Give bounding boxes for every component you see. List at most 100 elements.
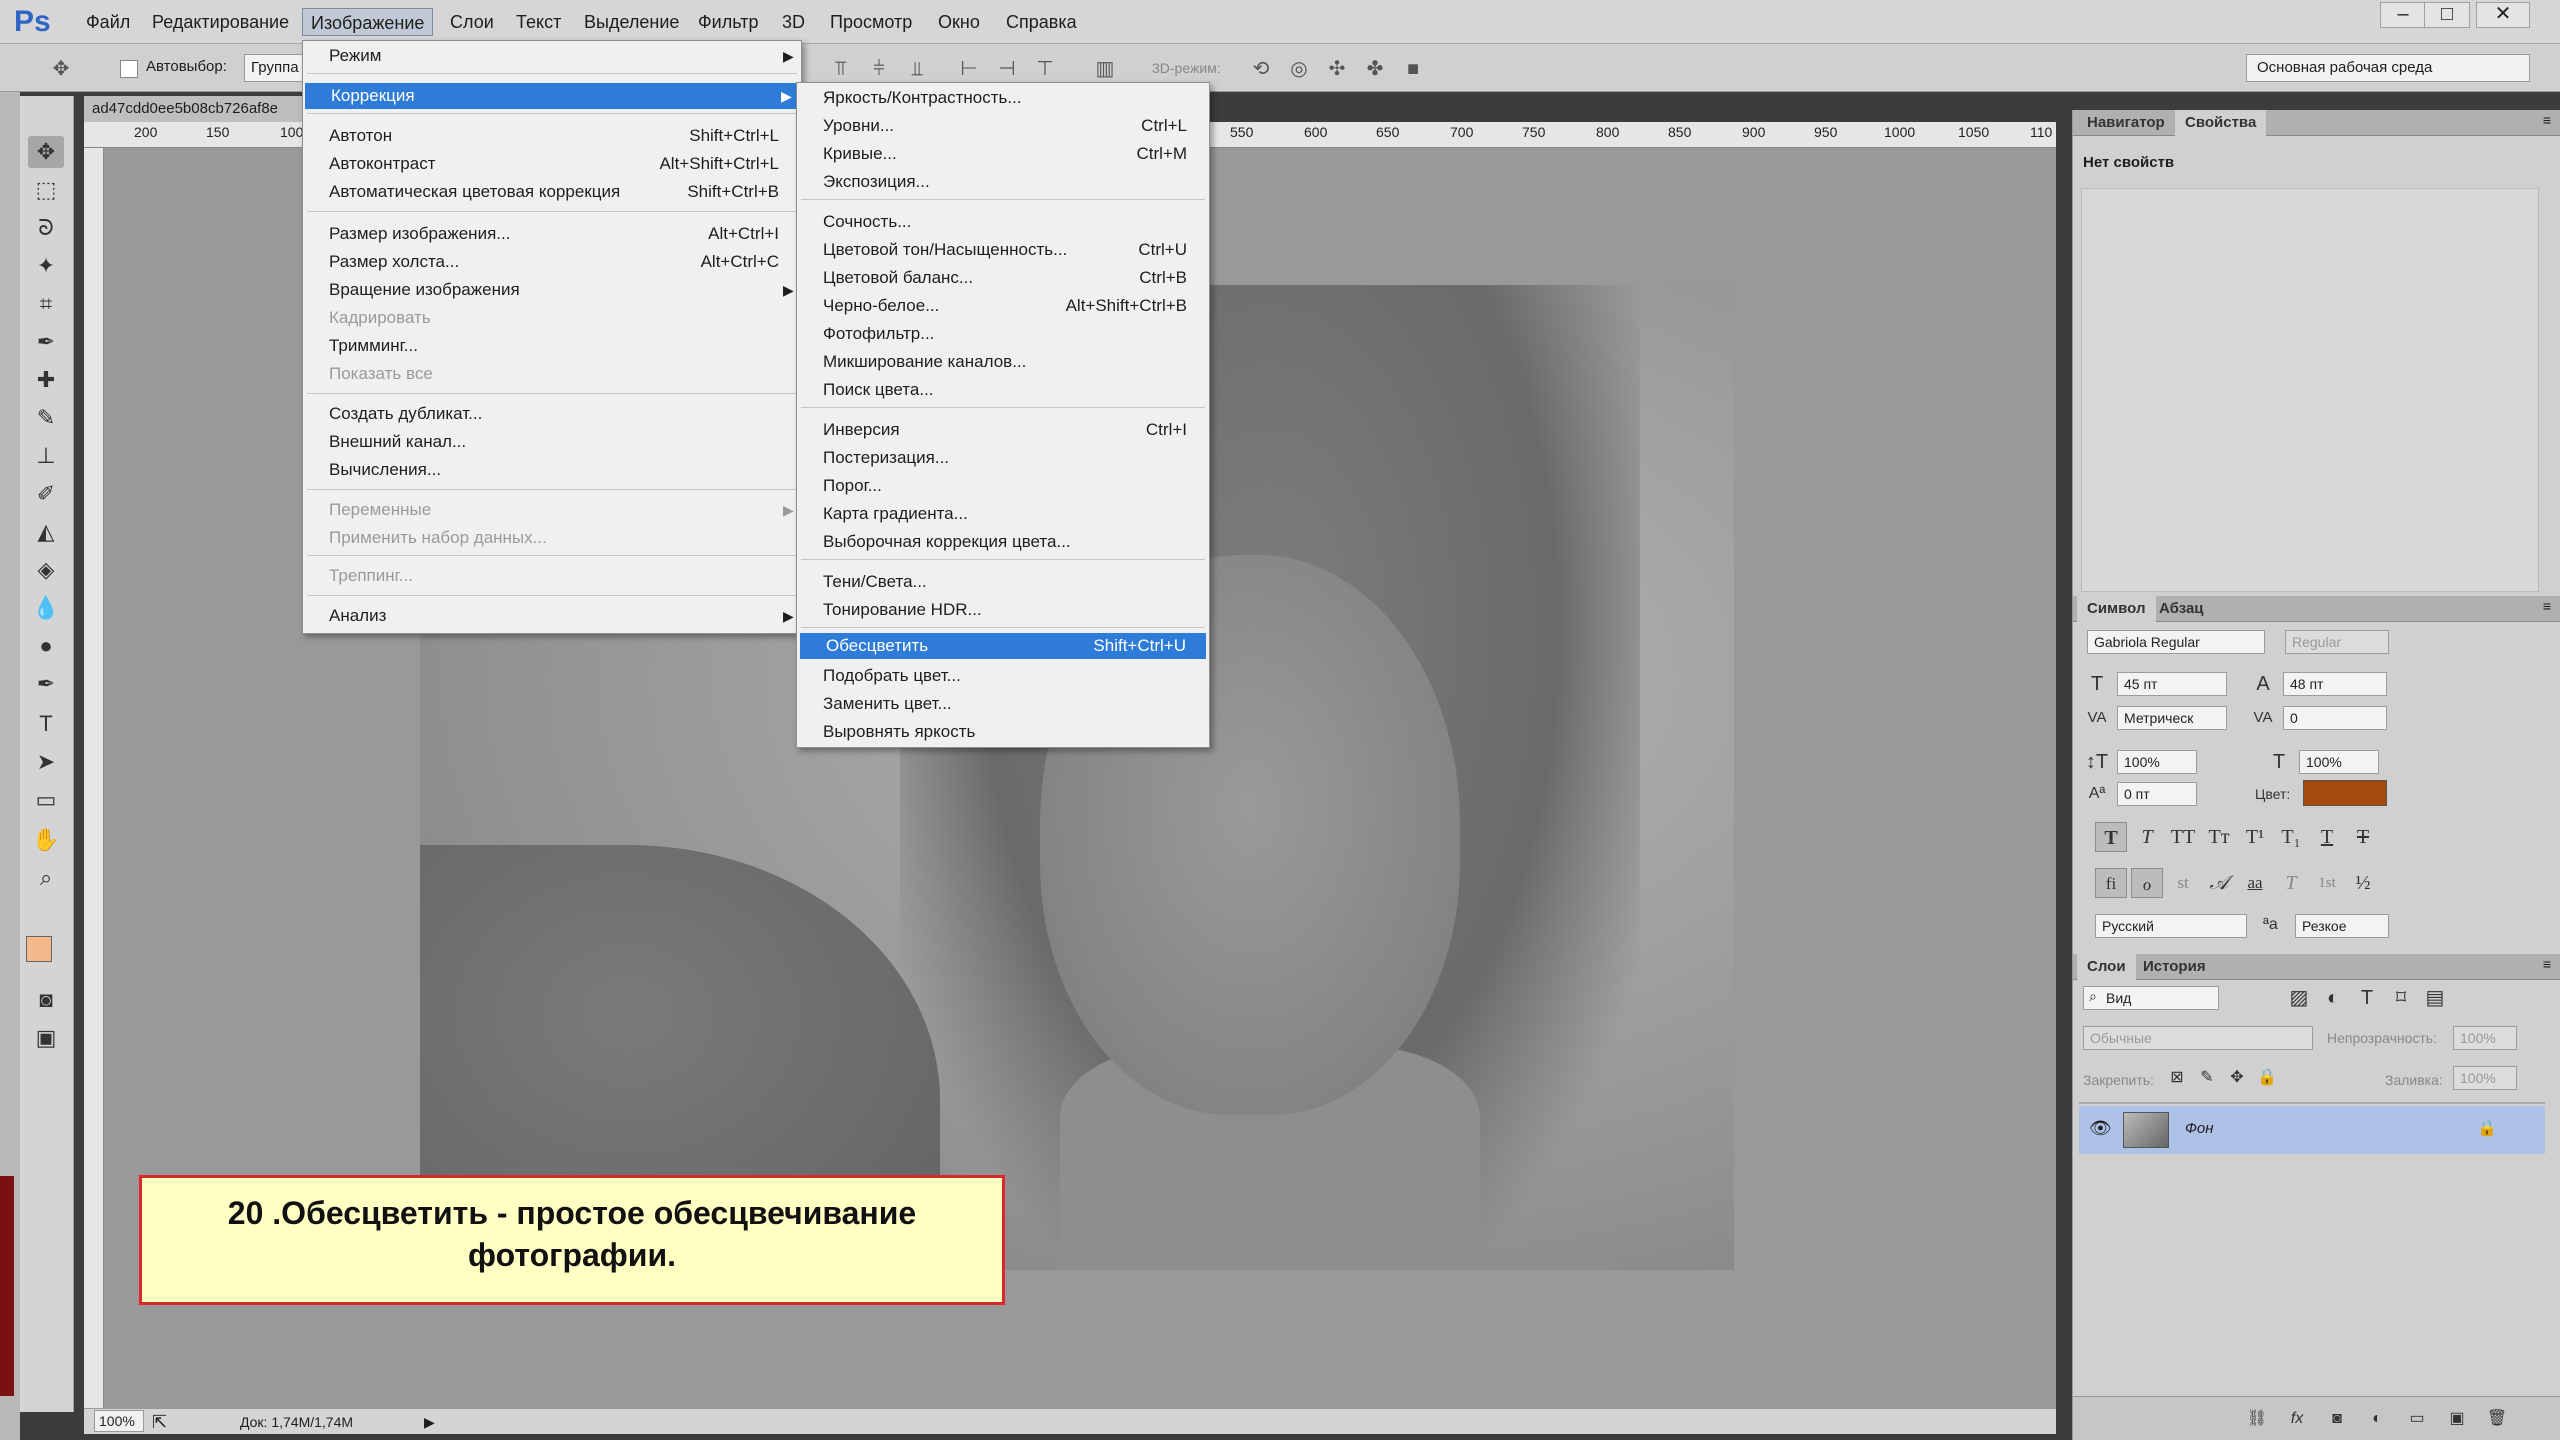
filter-smart-object-icon[interactable]: ▤ [2421,986,2449,1010]
menu-item-image-size[interactable]: Размер изображения... Alt+Ctrl+I [303,221,803,247]
align-vcenter-icon[interactable]: ⫩ [866,56,892,82]
filter-type-icon[interactable]: T [2353,986,2381,1010]
fractions-button[interactable]: ½ [2347,868,2379,898]
blur-tool-icon[interactable]: 💧 [28,592,64,624]
blend-mode-select[interactable]: Обычные [2083,1026,2313,1050]
zoom-field[interactable]: 100% [94,1410,144,1432]
hand-tool-icon[interactable]: ✋ [28,824,64,856]
stylistic-alternates-button[interactable]: aa [2239,868,2271,898]
tab-paragraph[interactable]: Абзац [2149,596,2214,622]
align-left-icon[interactable]: ⊢ [956,56,982,82]
filter-adjustment-icon[interactable]: ◐ [2319,986,2347,1010]
font-family-select[interactable]: Gabriola Regular [2087,630,2265,654]
distribute-icon[interactable]: ▥ [1092,56,1118,82]
old-style-button[interactable]: ℴ [2131,868,2163,898]
status-menu-arrow-icon[interactable]: ▶ [424,1409,435,1435]
menu-window[interactable]: Окно [930,8,988,36]
ligatures-button[interactable]: fi [2095,868,2127,898]
menu-item-autocolor[interactable]: Автоматическая цветовая коррекция Shift+C… [303,179,803,205]
filter-pixel-icon[interactable]: ▨ [2285,986,2313,1010]
export-icon[interactable]: ⇱ [152,1409,167,1435]
3d-pan-icon[interactable]: ✣ [1324,56,1350,82]
menu-item-mode[interactable]: Режим ▶ [303,43,803,69]
tab-history[interactable]: История [2133,954,2216,980]
tracking-field[interactable]: 0 [2283,706,2387,730]
horizontal-scale-field[interactable]: 100% [2299,750,2379,774]
menu-item-variables[interactable]: Переменные ▶ [303,497,803,523]
type-tool-icon[interactable]: T [28,708,64,740]
menu-item-desaturate[interactable]: Обесцветить Shift+Ctrl+U [800,633,1206,659]
swash-button[interactable]: 𝒜 [2203,868,2235,898]
menu-item-autotone[interactable]: Автотон Shift+Ctrl+L [303,123,803,149]
menu-item-replace-color[interactable]: Заменить цвет... [797,691,1211,717]
eyedropper-tool-icon[interactable]: ✒ [28,326,64,358]
discretionary-ligatures-button[interactable]: st [2167,868,2199,898]
paint-bucket-tool-icon[interactable]: ◈ [28,554,64,586]
opacity-field[interactable]: 100% [2453,1026,2517,1050]
all-caps-button[interactable]: TT [2167,822,2199,852]
menu-item-selective-color[interactable]: Выборочная коррекция цвета... [797,529,1211,555]
add-mask-icon[interactable]: ◙ [2323,1407,2351,1431]
menu-item-invert[interactable]: Инверсия Ctrl+I [797,417,1211,443]
new-group-icon[interactable]: ▭ [2403,1407,2431,1431]
menu-item-posterize[interactable]: Постеризация... [797,445,1211,471]
menu-item-apply-image[interactable]: Внешний канал... [303,429,803,455]
move-tool-icon[interactable]: ✥ [28,136,64,168]
magic-wand-tool-icon[interactable]: ✦ [28,250,64,282]
language-select[interactable]: Русский [2095,914,2247,938]
lock-position-icon[interactable]: ✥ [2223,1066,2251,1090]
move-tool-preset-icon[interactable]: ✥ [48,56,74,82]
shape-tool-icon[interactable]: ▭ [28,784,64,816]
menu-item-hue-saturation[interactable]: Цветовой тон/Насыщенность... Ctrl+U [797,237,1211,263]
menu-item-correction[interactable]: Коррекция ▶ [305,83,797,109]
lock-all-icon[interactable]: 🔒 [2253,1066,2281,1090]
menu-item-vibrance[interactable]: Сочность... [797,209,1211,235]
vertical-scale-field[interactable]: 100% [2117,750,2197,774]
autoselect-target-select[interactable]: Группа [244,54,304,82]
menu-item-autocontrast[interactable]: Автоконтраст Alt+Shift+Ctrl+L [303,151,803,177]
menu-text[interactable]: Текст [508,8,569,36]
tab-properties[interactable]: Свойства [2175,110,2267,136]
autoselect-checkbox[interactable] [120,60,138,78]
menu-edit[interactable]: Редактирование [144,8,297,36]
eraser-tool-icon[interactable]: ◭ [28,516,64,548]
superscript-button[interactable]: T¹ [2239,822,2271,852]
maximize-button[interactable]: □ [2424,2,2470,28]
baseline-shift-field[interactable]: 0 пт [2117,782,2197,806]
pen-tool-icon[interactable]: ✒ [28,668,64,700]
underline-button[interactable]: T [2311,822,2343,852]
menu-item-threshold[interactable]: Порог... [797,473,1211,499]
3d-roll-icon[interactable]: ◎ [1286,56,1312,82]
menu-item-canvas-size[interactable]: Размер холста... Alt+Ctrl+C [303,249,803,275]
menu-item-levels[interactable]: Уровни... Ctrl+L [797,113,1211,139]
ordinals-button[interactable]: 1st [2311,868,2343,898]
leading-field[interactable]: 48 пт [2283,672,2387,696]
menu-item-reveal-all[interactable]: Показать все [303,361,803,387]
eye-visibility-icon[interactable]: 👁 [2089,1118,2112,1139]
menu-item-black-white[interactable]: Черно-белое... Alt+Shift+Ctrl+B [797,293,1211,319]
menu-item-exposure[interactable]: Экспозиция... [797,169,1211,195]
menu-item-analysis[interactable]: Анализ ▶ [303,603,803,629]
lock-transparent-icon[interactable]: ⊠ [2163,1066,2191,1090]
align-bottom-icon[interactable]: ⫫ [904,56,930,82]
fx-icon[interactable]: fx [2283,1407,2311,1431]
healing-brush-tool-icon[interactable]: ✚ [28,364,64,396]
document-tab[interactable]: ad47cdd0ee5b08cb726af8e [84,96,304,122]
menu-view[interactable]: Просмотр [822,8,920,36]
menu-item-brightness-contrast[interactable]: Яркость/Контрастность... [797,85,1211,111]
menu-item-photo-filter[interactable]: Фотофильтр... [797,321,1211,347]
dodge-tool-icon[interactable]: ● [28,630,64,662]
lock-pixels-icon[interactable]: ✎ [2193,1066,2221,1090]
menu-item-curves[interactable]: Кривые... Ctrl+M [797,141,1211,167]
menu-select[interactable]: Выделение [576,8,687,36]
font-size-field[interactable]: 45 пт [2117,672,2227,696]
menu-filter[interactable]: Фильтр [690,8,766,36]
align-right-icon[interactable]: ⊤ [1032,56,1058,82]
layer-name[interactable]: Фон [2185,1120,2214,1137]
3d-rotate-icon[interactable]: ⟲ [1248,56,1274,82]
tab-navigator[interactable]: Навигатор [2077,110,2175,136]
filter-shape-icon[interactable]: ⌑ [2387,986,2415,1010]
panel-menu-icon[interactable]: ≡ [2543,112,2551,128]
align-top-icon[interactable]: ⫪ [828,56,854,82]
workspace-select[interactable]: Основная рабочая среда [2246,54,2530,82]
